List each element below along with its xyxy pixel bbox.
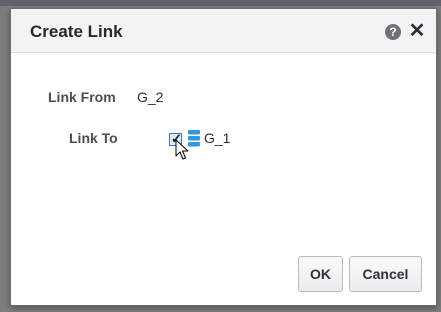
ok-button[interactable]: OK — [298, 256, 343, 292]
link-to-label: Link To — [69, 130, 118, 146]
checkmark-icon: ✓ — [171, 131, 182, 146]
database-icon — [188, 130, 200, 147]
dialog-title: Create Link — [30, 22, 123, 41]
create-link-dialog: Create Link ? ✕ Link From G_2 Link To ✓ … — [10, 8, 437, 306]
help-icon[interactable]: ? — [385, 24, 401, 40]
dialog-titlebar: Create Link ? ✕ — [11, 9, 436, 53]
link-from-label: Link From — [48, 89, 116, 105]
link-from-value: G_2 — [137, 89, 164, 105]
link-to-item-label: G_1 — [204, 130, 231, 146]
close-icon[interactable]: ✕ — [408, 20, 426, 42]
background-strip — [0, 0, 441, 6]
link-to-checkbox[interactable]: ✓ — [169, 131, 182, 146]
cancel-button[interactable]: Cancel — [349, 256, 422, 292]
